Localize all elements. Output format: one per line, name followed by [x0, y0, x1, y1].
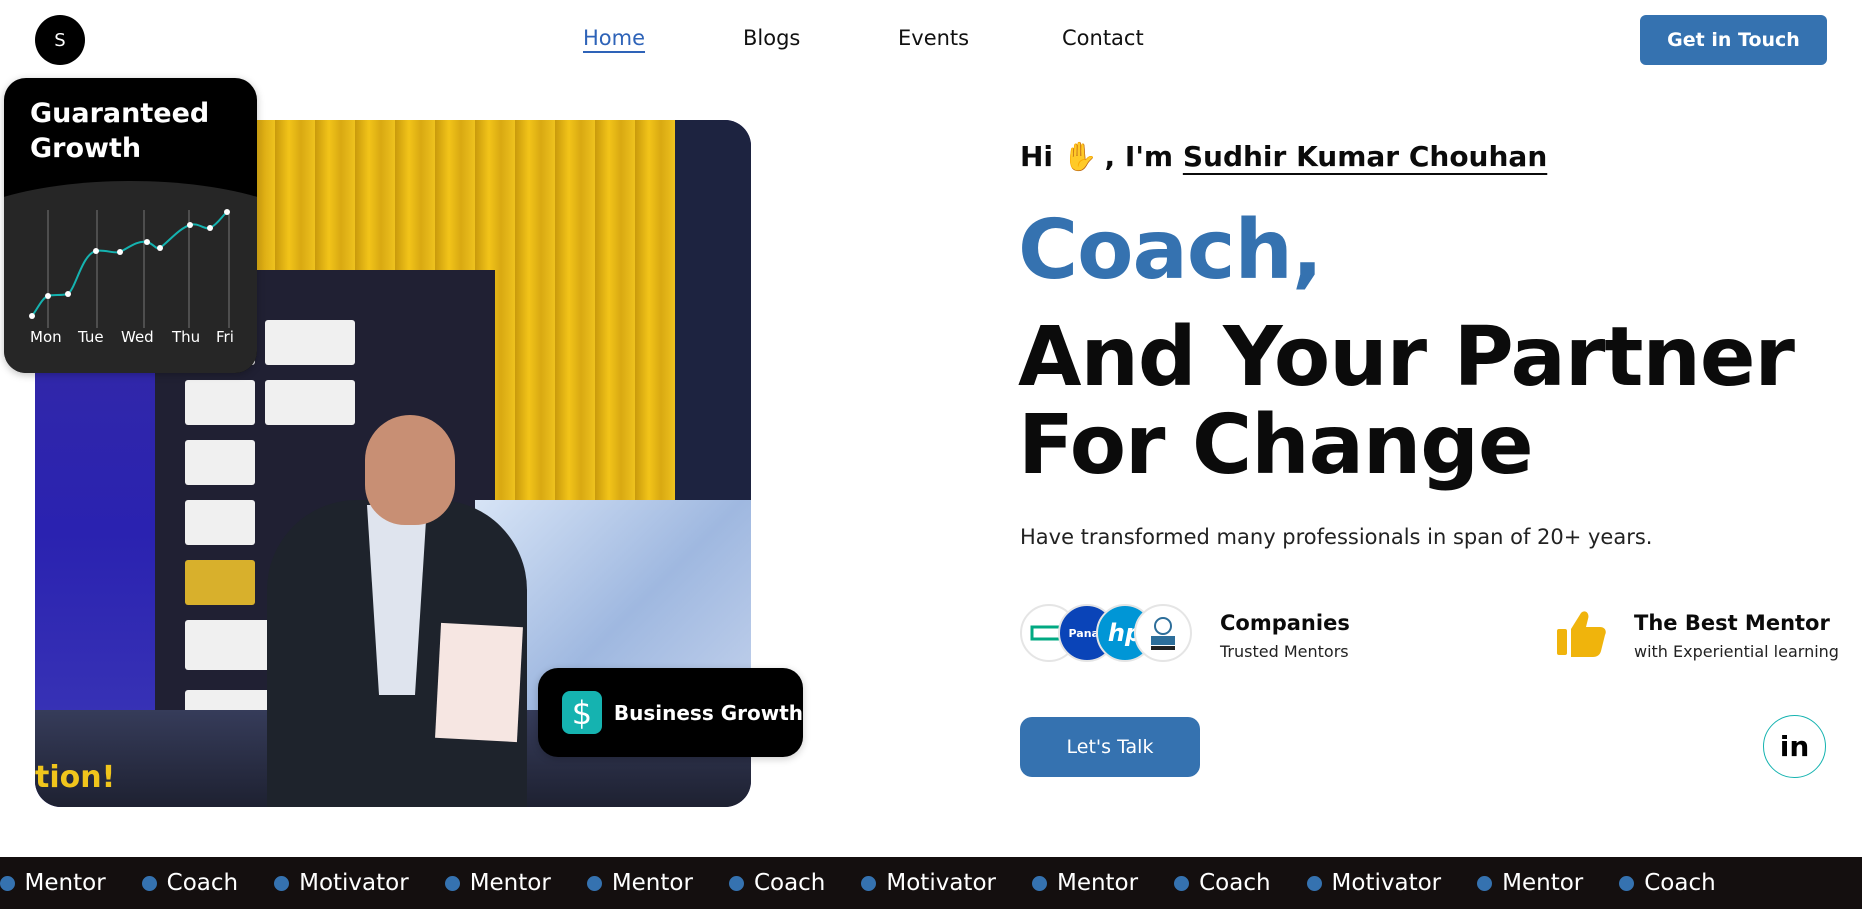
ticker-item: Coach — [141, 870, 239, 896]
companies-title: Companies — [1220, 611, 1350, 635]
ticker-item: Mentor — [444, 870, 551, 896]
ticker-label: Motivator — [886, 870, 996, 896]
ticker-dot-icon — [586, 875, 602, 891]
ticker-item: Motivator — [1306, 870, 1442, 896]
data-point — [144, 239, 150, 245]
linkedin-icon[interactable]: in — [1763, 715, 1826, 778]
day-label-fri: Fri — [216, 328, 234, 346]
ticker-item: Mentor — [1477, 870, 1583, 896]
nav-blogs[interactable]: Blogs — [743, 26, 800, 50]
nav-home[interactable]: Home — [583, 26, 645, 50]
main-nav: Home Blogs Events Contact — [0, 26, 1862, 56]
role-ticker: orMentorCoachMotivatorMentorMentorCoachM… — [0, 857, 1862, 909]
hero-headline: And Your Partner For Change — [1018, 310, 1795, 493]
ticker-label: Coach — [753, 870, 826, 896]
data-point — [29, 313, 35, 319]
day-label-mon: Mon — [30, 328, 62, 346]
ticker-label: Motivator — [299, 870, 409, 896]
data-point — [207, 225, 213, 231]
day-label-thu: Thu — [171, 328, 200, 346]
guaranteed-growth-card: Guaranteed Growth Mon Tue Wed Thu Fri — [4, 78, 257, 373]
sac-logo — [1134, 604, 1192, 662]
companies-subtitle: Trusted Mentors — [1220, 642, 1349, 661]
business-growth-chip: $ Business Growth — [538, 668, 803, 757]
ticker-dot-icon — [444, 875, 460, 891]
hero-role: Coach, — [1018, 203, 1323, 298]
greeting: Hi ✋ , I'm Sudhir Kumar Chouhan — [1020, 140, 1548, 173]
ticker-label: Mentor — [611, 870, 693, 896]
ticker-dot-icon — [1174, 875, 1190, 891]
ticker-dot-icon — [141, 875, 157, 891]
ticker-label: Mentor — [24, 870, 106, 896]
nav-events[interactable]: Events — [898, 26, 969, 50]
ticker-label: Mentor — [469, 870, 551, 896]
ticker-dot-icon — [0, 875, 15, 891]
ticker-dot-icon — [728, 875, 744, 891]
data-point — [93, 248, 99, 254]
ticker-item: Motivator — [861, 870, 996, 896]
ticker-item: Mentor — [0, 870, 106, 896]
ticker-label: Motivator — [1331, 870, 1442, 896]
day-label-wed: Wed — [121, 328, 154, 346]
ticker-dot-icon — [1477, 875, 1493, 891]
ticker-label: Mentor — [1056, 870, 1139, 896]
ticker-item: Mentor — [1031, 870, 1139, 896]
thumbs-up-icon — [1557, 611, 1606, 657]
data-point — [157, 245, 163, 251]
ticker-item: Mentor — [586, 870, 693, 896]
growth-line-chart: Mon Tue Wed Thu Fri — [29, 209, 234, 346]
ticker-dot-icon — [1306, 875, 1322, 891]
ticker-dot-icon — [274, 875, 290, 891]
company-logos: Panas hp — [1020, 604, 1192, 664]
data-point — [45, 293, 51, 299]
data-point — [117, 249, 123, 255]
ticker-label: Mentor — [1502, 870, 1584, 896]
nav-contact[interactable]: Contact — [1062, 26, 1144, 50]
ticker-label: Coach — [166, 870, 239, 896]
hero-description: Have transformed many professionals in s… — [1020, 525, 1653, 549]
presenter-name[interactable]: Sudhir Kumar Chouhan — [1183, 140, 1547, 173]
ticker-dot-icon — [1619, 875, 1635, 891]
ticker-item: Motivator — [274, 870, 409, 896]
ticker-item: Coach — [728, 870, 826, 896]
ticker-label: Coach — [1644, 870, 1716, 896]
data-point — [65, 291, 71, 297]
business-growth-label: Business Growth — [613, 700, 803, 725]
ticker-item: Coach — [1619, 870, 1716, 896]
mentor-title: The Best Mentor — [1634, 611, 1830, 635]
mentor-subtitle: with Experiential learning — [1634, 642, 1839, 661]
growth-series-line — [31, 211, 228, 317]
get-in-touch-button[interactable]: Get in Touch — [1640, 15, 1827, 65]
lets-talk-button[interactable]: Let's Talk — [1020, 717, 1200, 777]
ticker-label: Coach — [1199, 870, 1271, 896]
day-label-tue: Tue — [77, 328, 104, 346]
ticker-item: Coach — [1174, 870, 1271, 896]
banner-text: tion! — [35, 760, 116, 795]
ticker-dot-icon — [1031, 875, 1047, 891]
wave-hand-icon: ✋ — [1062, 140, 1098, 173]
ticker-dot-icon — [861, 875, 877, 891]
dollar-icon: $ — [562, 691, 602, 734]
data-point — [224, 209, 230, 215]
data-point — [187, 222, 193, 228]
